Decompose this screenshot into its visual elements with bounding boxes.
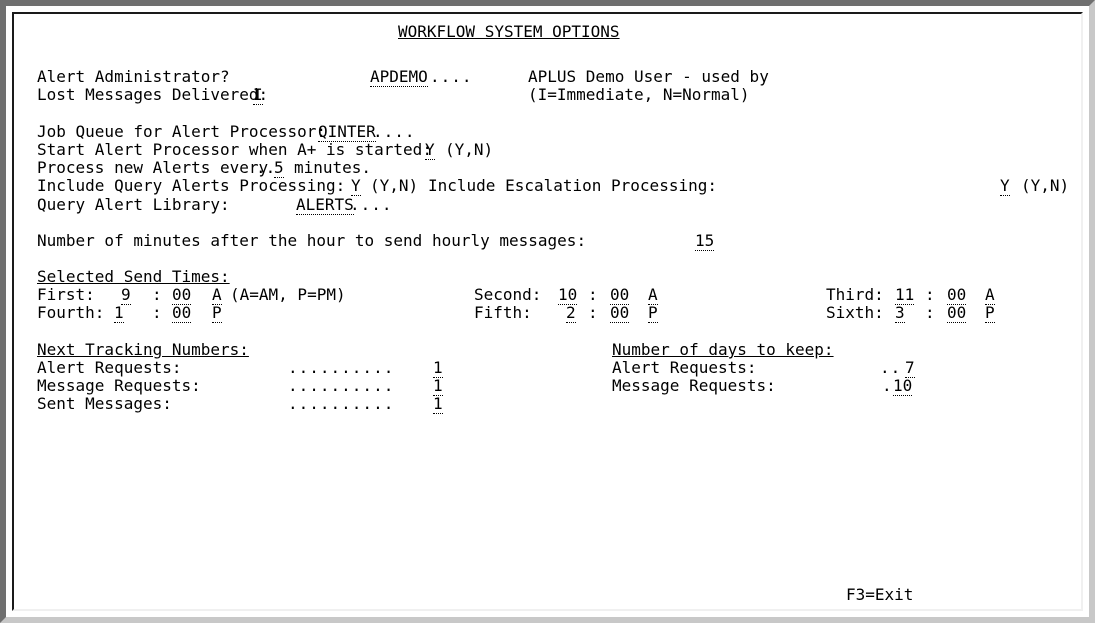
send-fifth-minute[interactable]: 00 — [610, 304, 630, 323]
send-fourth-ampm[interactable]: P — [212, 304, 222, 323]
tracking-sent-messages-input[interactable]: 1 — [433, 395, 443, 414]
tracking-sent-messages-lead: .......... — [288, 394, 395, 413]
query-library-input[interactable]: ALERTS — [296, 196, 354, 215]
send-fourth-colon: : — [152, 303, 162, 322]
hourly-minutes-input[interactable]: 15 — [695, 232, 715, 251]
send-second-colon: : — [588, 285, 598, 304]
process-alerts-lead: .. — [256, 158, 276, 177]
send-first-colon: : — [152, 285, 162, 304]
lost-messages-label: Lost Messages Delivered: — [37, 85, 269, 104]
process-alerts-suffix: minutes. — [294, 158, 372, 177]
send-third-colon: : — [925, 285, 935, 304]
start-processor-input[interactable]: Y — [425, 141, 435, 160]
send-fourth-minute[interactable]: 00 — [172, 304, 192, 323]
tracking-header: Next Tracking Numbers: — [37, 340, 249, 359]
include-escalation-input[interactable]: Y — [1000, 177, 1010, 196]
send-first-label: First: — [37, 285, 95, 304]
send-fourth-hour[interactable]: 1 — [114, 304, 124, 323]
query-library-label: Query Alert Library: — [37, 195, 230, 214]
keep-message-requests-lead: . — [882, 376, 893, 395]
include-escalation-hint: (Y,N) — [1021, 176, 1070, 195]
include-query-input[interactable]: Y — [351, 177, 361, 196]
job-queue-fill: .... — [373, 122, 416, 141]
tracking-alert-requests-label: Alert Requests: — [37, 358, 182, 377]
include-escalation-label: Include Escalation Processing: — [428, 176, 717, 195]
keep-alert-requests-label: Alert Requests: — [612, 358, 757, 377]
include-query-label: Include Query Alerts Processing: — [37, 176, 346, 195]
ampm-hint: (A=AM, P=PM) — [230, 285, 346, 304]
send-sixth-label: Sixth: — [826, 303, 884, 322]
hourly-minutes-label: Number of minutes after the hour to send… — [37, 231, 587, 250]
job-queue-label: Job Queue for Alert Processor: — [37, 122, 326, 141]
tracking-alert-requests-lead: .......... — [288, 358, 395, 377]
tracking-sent-messages-label: Sent Messages: — [37, 394, 172, 413]
send-sixth-ampm[interactable]: P — [985, 304, 995, 323]
keep-days-header: Number of days to keep: — [612, 340, 834, 359]
lost-messages-hint: (I=Immediate, N=Normal) — [528, 85, 750, 104]
page-title: WORKFLOW SYSTEM OPTIONS — [398, 22, 620, 41]
send-fifth-label: Fifth: — [474, 303, 532, 322]
lost-messages-input[interactable]: I — [253, 86, 263, 105]
send-fifth-ampm[interactable]: P — [648, 304, 658, 323]
send-second-label: Second: — [474, 285, 542, 304]
f3-exit-key[interactable]: F3=Exit — [846, 586, 913, 604]
send-fifth-hour[interactable]: 2 — [566, 304, 576, 323]
tracking-message-requests-label: Message Requests: — [37, 376, 201, 395]
keep-message-requests-input[interactable]: 10 — [893, 377, 913, 396]
send-times-header: Selected Send Times: — [37, 267, 230, 286]
alert-admin-label: Alert Administrator? — [37, 67, 230, 86]
start-processor-hint: (Y,N) — [445, 140, 494, 159]
alert-admin-description: APLUS Demo User - used by — [528, 67, 769, 86]
process-alerts-label: Process new Alerts every — [37, 158, 269, 177]
send-sixth-hour[interactable]: 3 — [895, 304, 905, 323]
send-sixth-minute[interactable]: 00 — [947, 304, 967, 323]
include-query-hint: (Y,N) — [370, 176, 419, 195]
query-library-fill: .... — [350, 195, 393, 214]
send-fourth-label: Fourth: — [37, 303, 105, 322]
keep-alert-requests-lead: .. — [880, 358, 902, 377]
send-third-label: Third: — [826, 285, 884, 304]
send-fifth-colon: : — [588, 303, 598, 322]
start-processor-label: Start Alert Processor when A+ is started… — [37, 140, 432, 159]
tracking-message-requests-lead: .......... — [288, 376, 395, 395]
alert-admin-fill: .... — [430, 67, 473, 86]
alert-admin-input[interactable]: APDEMO — [370, 68, 428, 87]
send-sixth-colon: : — [925, 303, 935, 322]
keep-message-requests-label: Message Requests: — [612, 376, 776, 395]
